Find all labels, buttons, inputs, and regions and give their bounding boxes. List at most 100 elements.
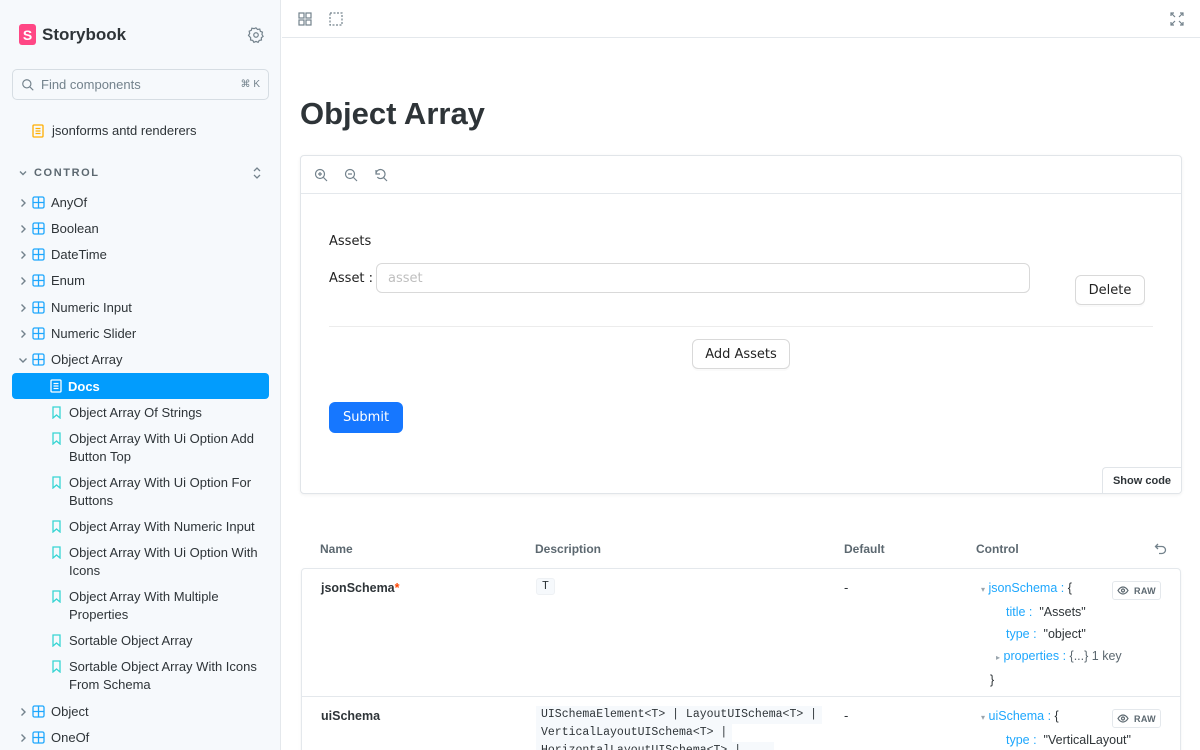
bookmark-icon: [52, 660, 61, 673]
sidebar-item-label: Object Array With Ui Option With Icons: [69, 545, 258, 578]
expand-caret-icon[interactable]: ▸: [996, 653, 1000, 662]
bookmark-icon: [52, 406, 61, 419]
component-icon: [32, 301, 45, 314]
arg-name-uischema: uiSchema: [321, 709, 381, 723]
chevron-right-icon: [16, 220, 30, 237]
component-icon: [32, 327, 45, 340]
chevron-right-icon: [16, 194, 30, 211]
arg-default: -: [844, 580, 849, 595]
sidebar-item-label: Object Array: [51, 352, 123, 367]
sidebar-item-label: Object Array Of Strings: [69, 405, 202, 420]
divider: [329, 326, 1153, 327]
sidebar-item-docs[interactable]: Docs: [12, 373, 269, 399]
component-icon: [32, 705, 45, 718]
fullscreen-icon[interactable]: [1170, 12, 1184, 26]
storybook-logo: S: [19, 24, 36, 45]
eye-icon: [1117, 714, 1129, 723]
top-toolbar: [282, 0, 1200, 38]
gear-icon[interactable]: [247, 26, 265, 44]
raw-toggle-button[interactable]: RAW: [1112, 709, 1161, 728]
chevron-right-icon: [16, 272, 30, 289]
chevron-right-icon: [16, 729, 30, 746]
story-preview: Assets Asset : Delete Add Assets Submit …: [300, 155, 1182, 494]
delete-button[interactable]: Delete: [1075, 275, 1145, 305]
assets-section-title: Assets: [329, 234, 372, 249]
sidebar-item-label: Object Array With Numeric Input: [69, 519, 255, 534]
column-header-name: Name: [320, 542, 353, 556]
raw-toggle-button[interactable]: RAW: [1112, 581, 1161, 600]
grid-icon[interactable]: [298, 12, 312, 26]
sidebar-item-label: Docs: [68, 378, 100, 394]
sidebar-story-item[interactable]: Object Array With Numeric Input: [12, 518, 269, 536]
component-icon: [32, 248, 45, 261]
outline-icon[interactable]: [329, 12, 343, 26]
reset-controls-icon[interactable]: [1154, 542, 1167, 555]
add-assets-button[interactable]: Add Assets: [692, 339, 790, 369]
sidebar-item-label: Object Array With Ui Option For Buttons: [69, 475, 252, 508]
sidebar-story-item[interactable]: Object Array With Ui Option With Icons: [12, 544, 269, 579]
sidebar-item-numeric-input[interactable]: Numeric Input: [12, 299, 269, 316]
json-editor-jsonschema[interactable]: ▾ jsonSchema : { title : "Assets" type :…: [981, 577, 1122, 691]
zoom-in-icon[interactable]: [314, 168, 328, 182]
bookmark-icon: [52, 476, 61, 489]
submit-button[interactable]: Submit: [329, 402, 403, 433]
sidebar-item-enum[interactable]: Enum: [12, 272, 269, 289]
args-table: jsonSchema* T - ▾ jsonSchema : { title :…: [301, 568, 1181, 750]
sidebar-item-label: Numeric Slider: [51, 326, 137, 341]
brand-name: Storybook: [42, 24, 127, 44]
row-separator: [302, 696, 1180, 697]
bookmark-icon: [52, 634, 61, 647]
sidebar-item-label: Boolean: [51, 221, 99, 236]
sidebar-item-label: DateTime: [51, 247, 107, 262]
preview-toolbar: [301, 156, 1181, 194]
json-editor-uischema[interactable]: ▾ uiSchema : { type : "VerticalLayout": [981, 705, 1131, 750]
chevron-right-icon: [16, 703, 30, 720]
sidebar-item-label: Object Array With Ui Option Add Button T…: [69, 431, 254, 464]
collapse-caret-icon[interactable]: ▾: [981, 713, 985, 722]
sidebar-item-numeric-slider[interactable]: Numeric Slider: [12, 325, 269, 342]
sidebar-story-item[interactable]: Object Array With Multiple Properties: [12, 588, 269, 623]
sidebar-item-label: Numeric Input: [51, 300, 132, 315]
reset-zoom-icon[interactable]: [374, 168, 388, 182]
asset-input[interactable]: [376, 263, 1030, 293]
storybook-brand[interactable]: S Storybook: [19, 24, 126, 45]
bookmark-icon: [52, 546, 61, 559]
bookmark-icon: [52, 520, 61, 533]
sidebar-story-item[interactable]: Sortable Object Array With Icons From Sc…: [12, 658, 269, 693]
sidebar-item-anyof[interactable]: AnyOf: [12, 194, 269, 211]
sidebar-story-item[interactable]: Object Array With Ui Option For Buttons: [12, 474, 269, 509]
show-code-button[interactable]: Show code: [1102, 467, 1181, 493]
sidebar-item-label: jsonforms antd renderers: [52, 123, 197, 138]
bookmark-icon: [52, 432, 61, 445]
group-control[interactable]: CONTROL: [18, 165, 268, 181]
sidebar-item-root-doc[interactable]: jsonforms antd renderers: [32, 123, 197, 138]
sidebar-item-object[interactable]: Object: [12, 703, 269, 720]
arg-type: UISchemaElement<T> | LayoutUISchema<T> |…: [536, 706, 823, 750]
group-label: CONTROL: [34, 167, 100, 179]
sidebar-story-item[interactable]: Object Array With Ui Option Add Button T…: [12, 430, 269, 465]
sidebar-item-label: Sortable Object Array With Icons From Sc…: [69, 659, 257, 692]
search-box[interactable]: ⌘ K: [12, 69, 269, 100]
sidebar-item-boolean[interactable]: Boolean: [12, 220, 269, 237]
arg-default: -: [844, 708, 849, 723]
search-input[interactable]: [41, 77, 231, 92]
sidebar-item-label: Sortable Object Array: [69, 633, 193, 648]
document-icon: [32, 123, 44, 138]
sidebar-item-object-array[interactable]: Object Array: [12, 351, 269, 368]
component-icon: [32, 196, 45, 209]
collapse-caret-icon[interactable]: ▾: [981, 585, 985, 594]
chevron-right-icon: [16, 299, 30, 316]
eye-icon: [1117, 586, 1129, 595]
sidebar-item-oneof[interactable]: OneOf: [12, 729, 269, 746]
sidebar-item-datetime[interactable]: DateTime: [12, 246, 269, 263]
sidebar-item-label: OneOf: [51, 730, 90, 745]
arg-name-jsonschema: jsonSchema*: [321, 581, 400, 595]
sidebar-story-item[interactable]: Sortable Object Array: [12, 632, 269, 650]
chevron-down-icon: [19, 171, 27, 176]
sidebar-story-item[interactable]: Object Array Of Strings: [12, 404, 269, 422]
column-header-default: Default: [844, 542, 885, 556]
component-icon: [32, 222, 45, 235]
zoom-out-icon[interactable]: [344, 168, 358, 182]
sidebar: S Storybook ⌘ K jsonforms antd renderers…: [0, 0, 281, 750]
expand-collapse-icon[interactable]: [252, 165, 262, 181]
